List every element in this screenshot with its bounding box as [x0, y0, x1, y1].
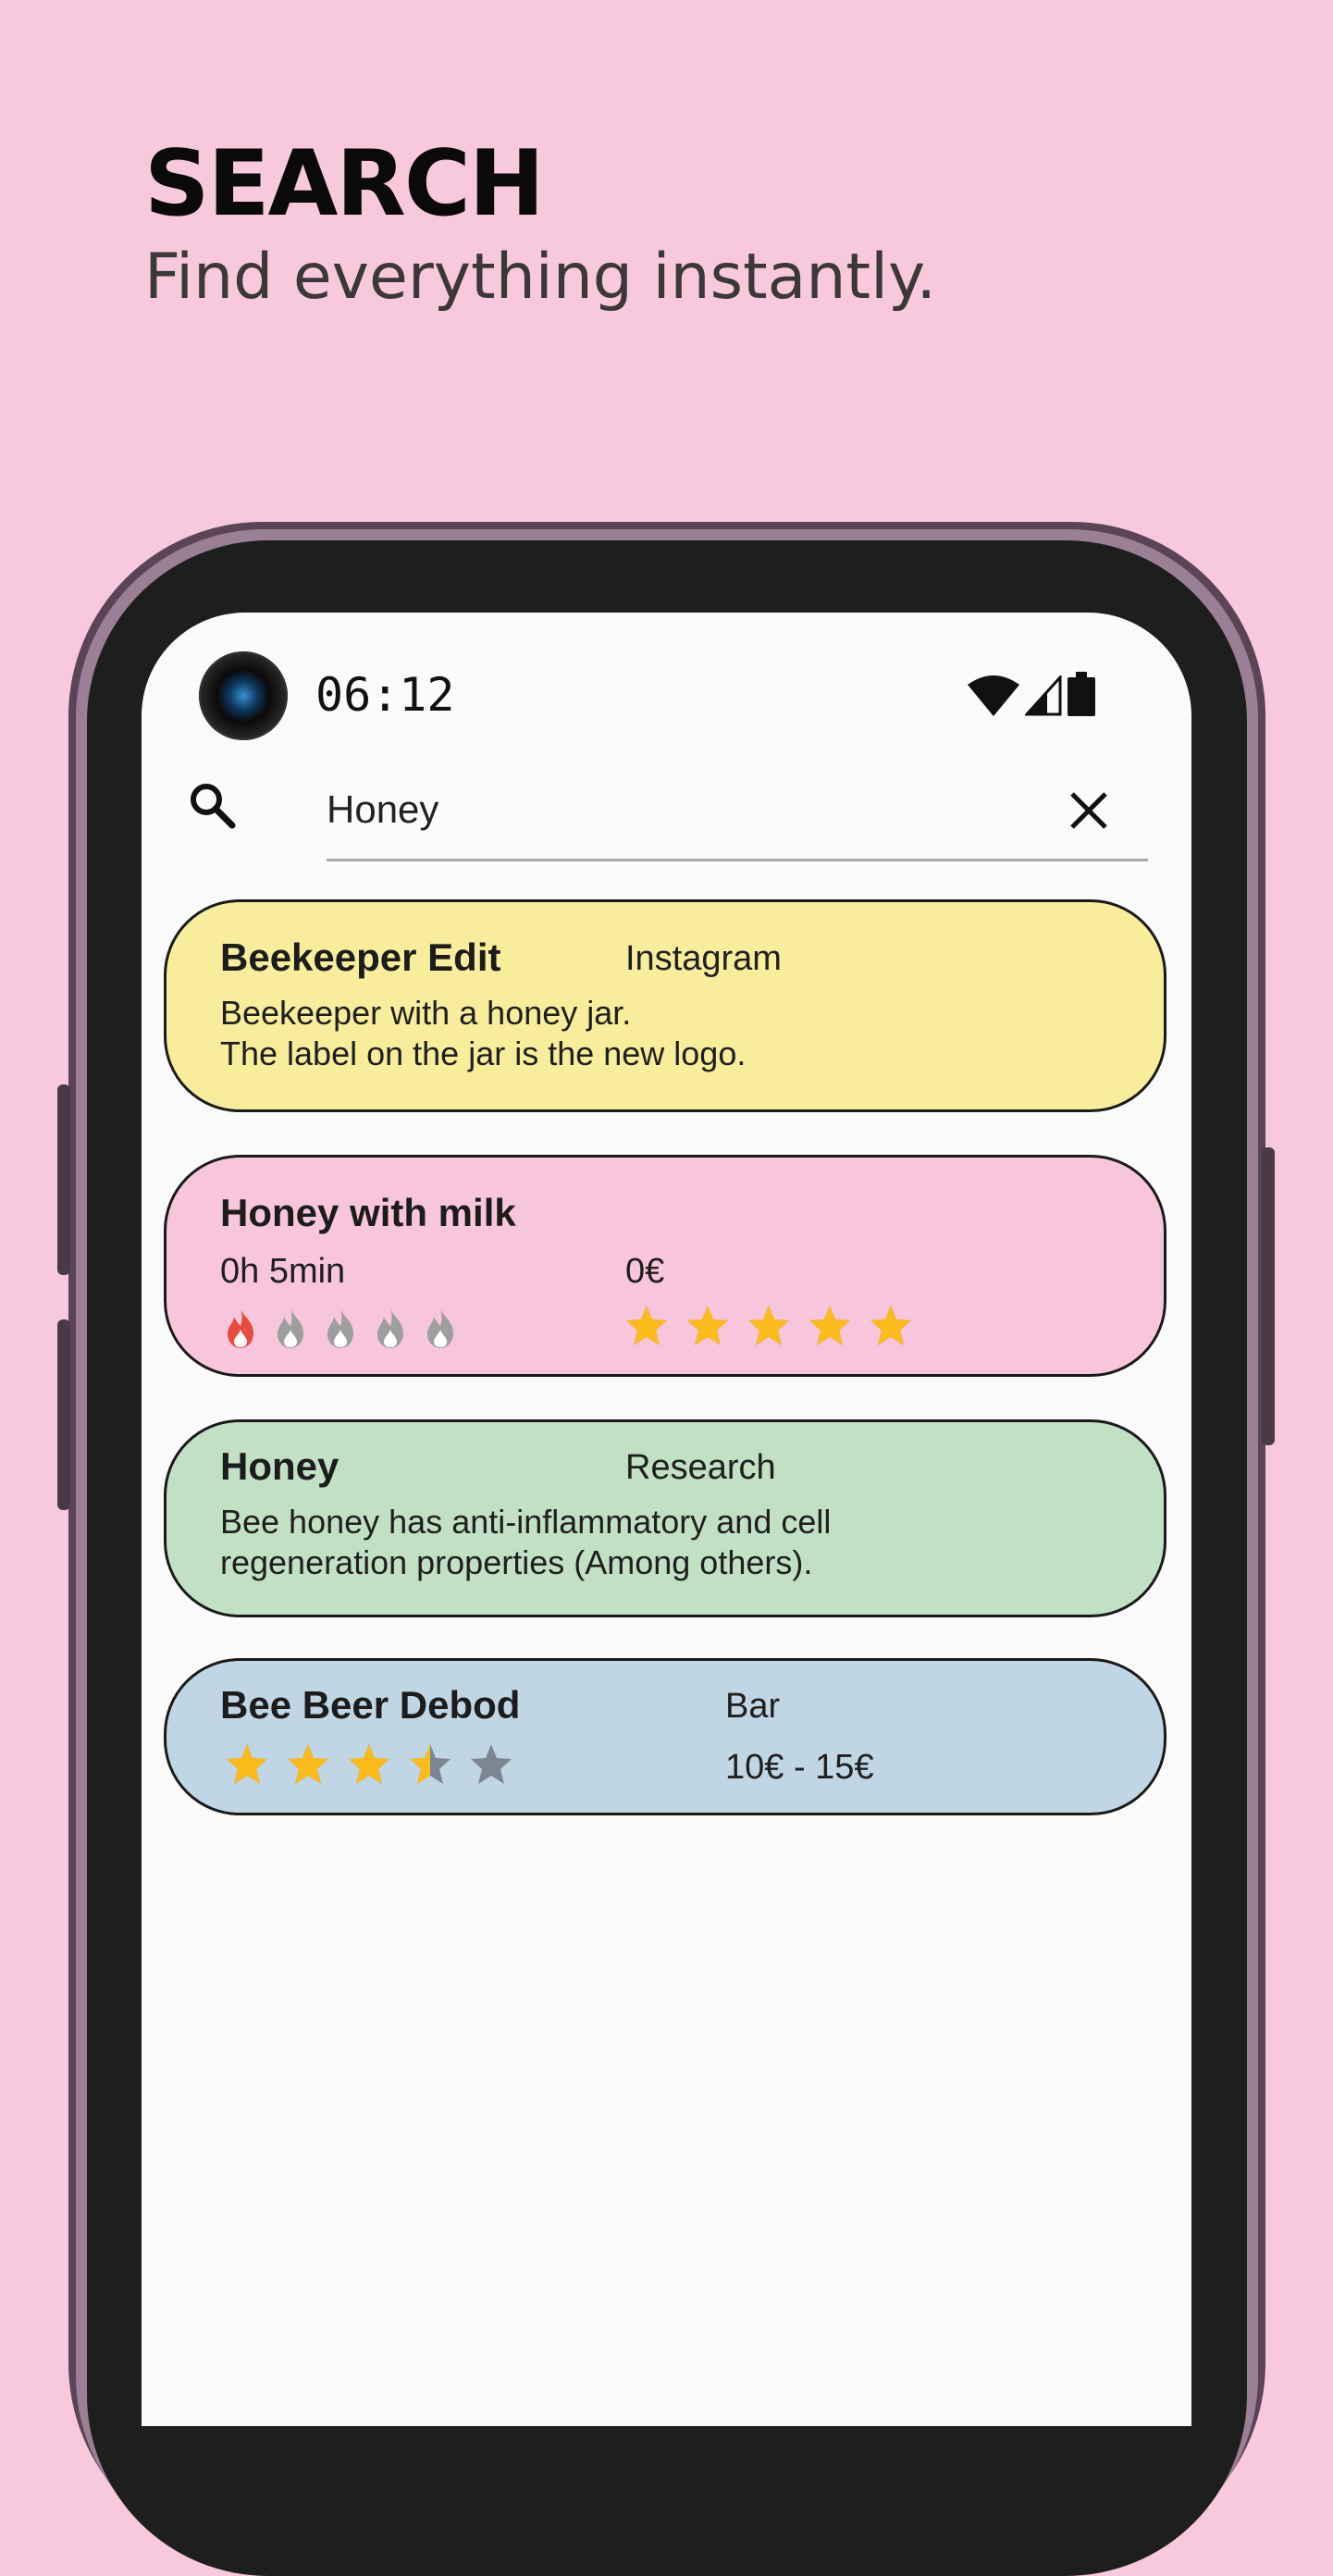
- status-icons: [968, 672, 1095, 716]
- star-half-icon: [410, 1744, 451, 1784]
- card-title: Honey: [220, 1444, 339, 1488]
- card-description: Bee honey has anti-inflammatory and cell…: [220, 1503, 832, 1581]
- flame-inactive-icon: [427, 1307, 453, 1348]
- card-category: Research: [625, 1448, 776, 1487]
- star-filled-icon: [748, 1306, 789, 1345]
- volume-up-button: [57, 1084, 70, 1275]
- status-time: 06:12: [315, 668, 455, 722]
- star-filled-icon: [870, 1306, 911, 1345]
- star-filled-icon: [809, 1306, 850, 1345]
- page-subtitle: Find everything instantly.: [144, 241, 937, 314]
- star-filled-icon: [227, 1744, 267, 1784]
- star-filled-icon: [288, 1744, 328, 1784]
- result-card-honey[interactable]: Honey Research Bee honey has anti-inflam…: [164, 1419, 1166, 1617]
- star-rating: [623, 1304, 914, 1348]
- hero: SEARCH Find everything instantly.: [144, 139, 936, 309]
- result-card-bee-beer-debod[interactable]: Bee Beer Debod Bar 10€ - 15€: [164, 1658, 1166, 1815]
- star-filled-icon: [687, 1306, 728, 1345]
- difficulty-rating: [220, 1306, 461, 1350]
- star-filled-icon: [626, 1306, 667, 1345]
- card-duration: 0h 5min: [220, 1252, 346, 1291]
- flame-active-icon: [228, 1307, 253, 1348]
- result-card-beekeeper-edit[interactable]: Beekeeper Edit Instagram Beekeeper with …: [164, 899, 1166, 1112]
- volume-down-button: [57, 1319, 70, 1510]
- flame-inactive-icon: [377, 1307, 403, 1348]
- card-title: Honey with milk: [220, 1191, 516, 1234]
- search-input[interactable]: [327, 770, 1148, 861]
- card-description: Beekeeper with a honey jar. The label on…: [220, 994, 747, 1072]
- battery-icon: [1068, 672, 1095, 716]
- clear-search-button[interactable]: [1065, 786, 1113, 835]
- card-category: Instagram: [625, 939, 782, 978]
- card-title: Beekeeper Edit: [220, 935, 501, 979]
- flame-inactive-icon: [327, 1307, 353, 1348]
- card-title: Bee Beer Debod: [220, 1683, 521, 1727]
- result-card-honey-with-milk[interactable]: Honey with milk 0h 5min 0€: [164, 1155, 1166, 1377]
- card-price-range: 10€ - 15€: [725, 1748, 874, 1787]
- wifi-icon: [968, 675, 1019, 716]
- close-icon: [1070, 792, 1107, 829]
- star-rating: [224, 1742, 514, 1787]
- flame-inactive-icon: [278, 1307, 303, 1348]
- signal-icon: [1025, 675, 1062, 716]
- phone-screen: 06:12 Beekeeper Edit Instagram Beekeeper…: [142, 613, 1191, 2426]
- camera-lens: [199, 651, 288, 740]
- status-bar: 06:12: [142, 613, 1191, 740]
- star-filled-icon: [349, 1744, 389, 1784]
- card-price: 0€: [625, 1252, 665, 1291]
- card-category: Bar: [725, 1687, 781, 1726]
- search-icon[interactable]: [186, 779, 238, 836]
- star-empty-icon: [471, 1744, 512, 1784]
- search-bar: [142, 770, 1191, 872]
- page-title: SEARCH: [144, 131, 545, 237]
- power-button: [1262, 1147, 1275, 1445]
